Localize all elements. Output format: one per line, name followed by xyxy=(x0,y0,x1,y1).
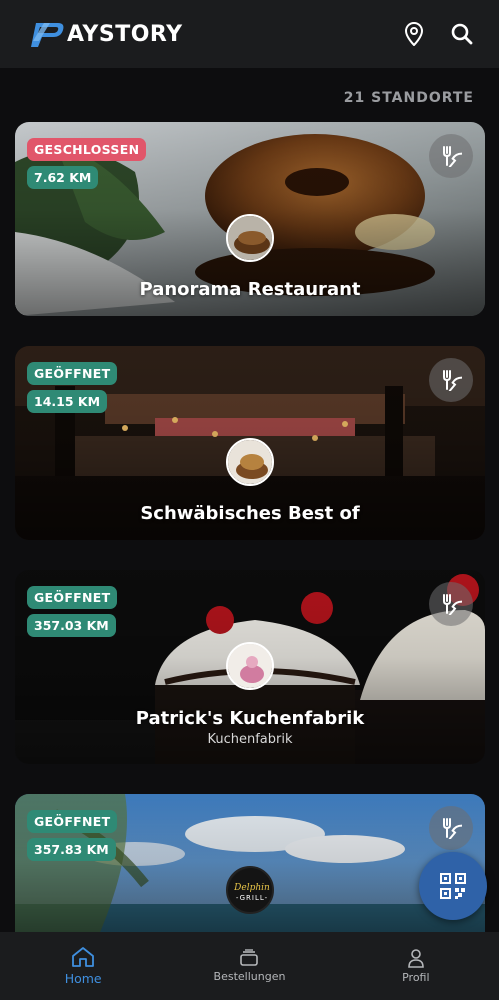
cutlery-icon[interactable] xyxy=(429,358,473,402)
restaurant-avatar xyxy=(226,438,274,486)
brand-name: AYSTORY xyxy=(67,21,183,47)
restaurant-list: GESCHLOSSEN 7.62 KM Panorama Restaurant xyxy=(15,122,485,944)
svg-text:-GRILL-: -GRILL- xyxy=(236,894,268,902)
nav-item-orders[interactable]: Bestellungen xyxy=(166,932,332,1000)
restaurant-card[interactable]: GEÖFFNET 14.15 KM Schwäbisches Best of xyxy=(15,346,485,540)
paystory-logo-icon xyxy=(30,19,66,49)
location-pin-icon[interactable] xyxy=(401,21,427,47)
nav-label: Profil xyxy=(402,971,430,984)
nav-label: Home xyxy=(64,971,102,986)
distance-badge: 357.83 KM xyxy=(27,838,116,861)
profile-icon xyxy=(408,949,424,968)
search-icon[interactable] xyxy=(449,21,475,47)
status-badge: GEÖFFNET xyxy=(27,586,118,609)
distance-badge: 7.62 KM xyxy=(27,166,99,189)
location-count: 21 STANDORTE xyxy=(343,90,474,106)
cutlery-icon[interactable] xyxy=(429,134,473,178)
restaurant-avatar xyxy=(226,214,274,262)
distance-badge: 14.15 KM xyxy=(27,390,108,413)
nav-label: Bestellungen xyxy=(213,970,286,983)
status-badge: GEÖFFNET xyxy=(27,362,118,385)
qr-code-button[interactable] xyxy=(419,852,487,920)
orders-icon xyxy=(240,949,259,966)
svg-text:Delphin: Delphin xyxy=(233,883,270,893)
restaurant-card[interactable]: GEÖFFNET 357.83 KM Delphin -GRILL- xyxy=(15,794,485,944)
restaurant-name: Schwäbisches Best of xyxy=(140,503,360,524)
restaurant-name: Panorama Restaurant xyxy=(139,279,361,300)
app-header: AYSTORY xyxy=(0,0,499,68)
nav-item-home[interactable]: Home xyxy=(0,932,166,1000)
home-icon xyxy=(72,947,95,967)
restaurant-avatar xyxy=(226,642,274,690)
status-badge: GEÖFFNET xyxy=(27,810,118,833)
qr-code-icon xyxy=(440,873,466,899)
delphin-grill-logo: Delphin -GRILL- xyxy=(226,866,274,914)
status-badge: GESCHLOSSEN xyxy=(27,138,147,161)
nav-item-profile[interactable]: Profil xyxy=(333,932,499,1000)
restaurant-card[interactable]: GESCHLOSSEN 7.62 KM Panorama Restaurant xyxy=(15,122,485,316)
distance-badge: 357.03 KM xyxy=(27,614,116,637)
bottom-navigation: Home Bestellungen Profil xyxy=(0,932,499,1000)
app-logo[interactable]: AYSTORY xyxy=(30,19,183,49)
cutlery-icon[interactable] xyxy=(429,582,473,626)
restaurant-subtitle: Kuchenfabrik xyxy=(207,732,293,747)
restaurant-card[interactable]: GEÖFFNET 357.03 KM Patrick's Kuchenfabri… xyxy=(15,570,485,764)
restaurant-name: Patrick's Kuchenfabrik xyxy=(135,708,365,729)
cutlery-icon[interactable] xyxy=(429,806,473,850)
